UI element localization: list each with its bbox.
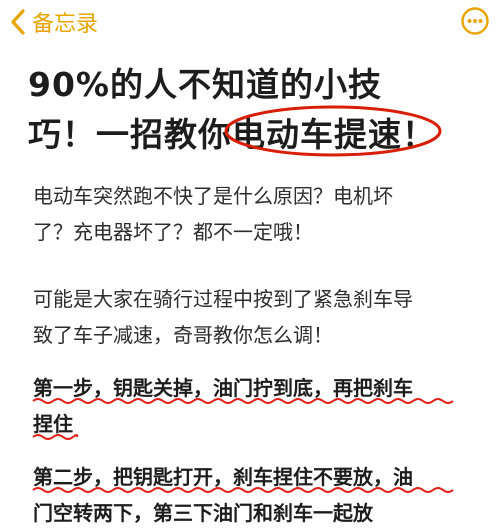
chevron-left-icon	[10, 9, 26, 35]
paragraph-line: 电动车突然跑不快了是什么原因？电机坏	[33, 184, 393, 208]
more-options-button[interactable]	[460, 6, 490, 36]
title-line-1: 90%的人不知道的小技	[28, 65, 382, 104]
title-line-2-prefix: 巧！一招教你	[28, 115, 232, 154]
paragraph-2: 可能是大家在骑行过程中按到了紧急刹车导 致了车子减速，奇哥教你怎么调！	[33, 281, 473, 353]
wavy-underline	[32, 487, 454, 493]
top-navigation-bar: 备忘录	[0, 0, 500, 44]
step-2-paragraph: 第二步，把钥匙打开，刹车捏住不要放，油 门空转两下，第三下油门和刹车一起放	[32, 459, 473, 531]
circled-text: 电动车提速	[232, 115, 402, 154]
paragraph-line: 致了车子减速，奇哥教你怎么调！	[33, 323, 333, 347]
step-line: 门空转两下，第三下油门和刹车一起放	[33, 501, 373, 525]
back-label: 备忘录	[32, 12, 99, 37]
step-line: 第一步，钥匙关掉，油门拧到底，再把刹车	[32, 370, 473, 406]
paragraph-line: 了？充电器坏了？都不一定哦！	[33, 220, 313, 244]
more-icon	[461, 7, 489, 35]
note-title: 90%的人不知道的小技 巧！一招教你电动车提速！	[28, 60, 478, 160]
wavy-underline	[32, 434, 79, 440]
paragraph-line: 可能是大家在骑行过程中按到了紧急刹车导	[33, 287, 413, 311]
step-line: 第二步，把钥匙打开，刹车捏住不要放，油	[32, 459, 473, 495]
title-line-2: 巧！一招教你电动车提速！	[28, 105, 478, 160]
paragraph-1: 电动车突然跑不快了是什么原因？电机坏 了？充电器坏了？都不一定哦！	[33, 178, 473, 250]
title-line-2-suffix: ！	[402, 115, 436, 154]
step-1-paragraph: 第一步，钥匙关掉，油门拧到底，再把刹车 捏住	[32, 370, 473, 442]
step-line: 捏住	[32, 406, 473, 442]
wavy-underline	[32, 398, 454, 404]
circled-highlight: 电动车提速	[224, 105, 442, 160]
back-button[interactable]: 备忘录	[10, 4, 98, 40]
